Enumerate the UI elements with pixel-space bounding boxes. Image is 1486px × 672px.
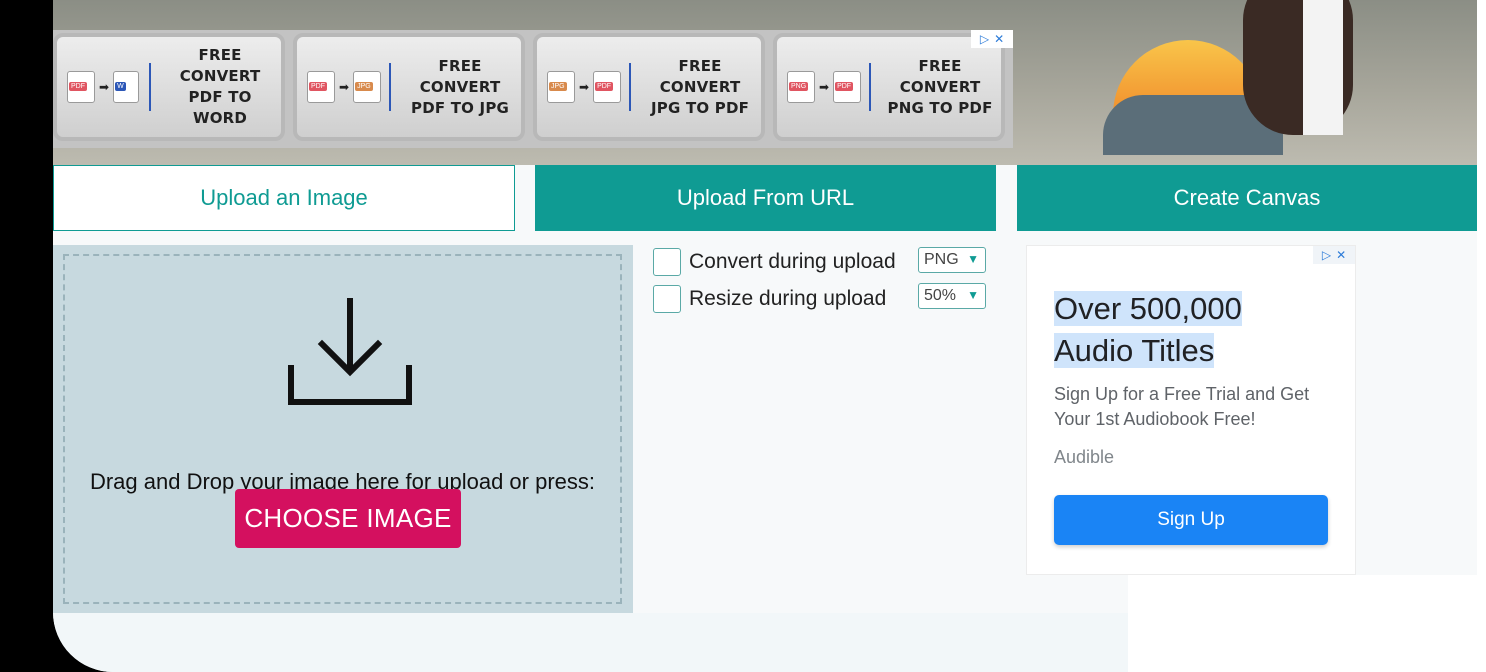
close-icon[interactable]: ✕ [994, 32, 1004, 46]
close-icon[interactable]: ✕ [1336, 248, 1346, 262]
ad-choices-bar[interactable]: ▷ ✕ [1313, 246, 1355, 264]
tab-upload-from-url[interactable]: Upload From URL [535, 165, 996, 231]
ad-tile-text: FREE CONVERT PDF TO WORD [179, 46, 261, 127]
top-ad-strip[interactable]: PDF ➡ W FREE CONVERT PDF TO WORD PDF ➡ J… [53, 30, 1013, 148]
arrow-right-icon: ➡ [99, 80, 110, 94]
convert-format-value: PNG [924, 251, 959, 268]
side-advertisement[interactable]: ▷ ✕ Over 500,000 Audio Titles Sign Up fo… [1026, 245, 1356, 575]
arrow-right-icon: ➡ [339, 80, 350, 94]
tab-upload-image[interactable]: Upload an Image [53, 165, 515, 231]
arrow-right-icon: ➡ [579, 80, 590, 94]
resize-percent-value: 50% [924, 287, 957, 304]
content-footer-band [53, 613, 1128, 672]
pdf-file-icon: PDF [833, 71, 862, 103]
page-content: PDF ➡ W FREE CONVERT PDF TO WORD PDF ➡ J… [53, 0, 1477, 672]
ad-description: Sign Up for a Free Trial and Get Your 1s… [1054, 384, 1310, 429]
convert-label: Convert during upload [689, 250, 896, 273]
ad-tile-text: FREE CONVERT PNG TO PDF [887, 56, 993, 117]
resize-percent-select[interactable]: 50% ▼ [918, 283, 986, 309]
choose-image-button[interactable]: CHOOSE IMAGE [235, 489, 461, 548]
ad-icons: PNG ➡ PDF [777, 71, 867, 103]
jpg-file-icon: JPG [547, 71, 575, 103]
resize-checkbox[interactable] [653, 285, 681, 313]
download-icon [288, 298, 412, 405]
ad-choices-bar[interactable]: ▷ ✕ [971, 30, 1013, 48]
pdf-file-icon: PDF [307, 71, 335, 103]
hero-illustration [1053, 0, 1393, 165]
convert-format-select[interactable]: PNG ▼ [918, 247, 986, 273]
divider [389, 63, 392, 111]
convert-option: Convert during upload [653, 248, 896, 276]
tab-create-canvas[interactable]: Create Canvas [1017, 165, 1477, 231]
jpg-file-icon: JPG [353, 71, 382, 103]
dropzone-border[interactable]: Drag and Drop your image here for upload… [63, 254, 622, 604]
adchoices-icon[interactable]: ▷ [1322, 248, 1331, 262]
sign-up-button[interactable]: Sign Up [1054, 495, 1328, 545]
chevron-down-icon: ▼ [967, 288, 979, 302]
pdf-file-icon: PDF [593, 71, 622, 103]
figure-coat [1303, 0, 1343, 135]
resize-label: Resize during upload [689, 287, 887, 310]
scrollbar-track[interactable] [1476, 0, 1486, 672]
ad-headline[interactable]: Over 500,000 Audio Titles [1054, 288, 1242, 372]
divider [149, 63, 152, 111]
divider [629, 63, 632, 111]
adchoices-icon[interactable]: ▷ [980, 32, 989, 46]
ad-icons: JPG ➡ PDF [537, 71, 627, 103]
dropzone[interactable]: Drag and Drop your image here for upload… [53, 245, 633, 613]
ad-icons: PDF ➡ W [57, 71, 147, 103]
word-file-icon: W [113, 71, 140, 103]
ad-tile-jpg-to-pdf[interactable]: JPG ➡ PDF FREE CONVERT JPG TO PDF [533, 33, 765, 141]
resize-option: Resize during upload [653, 285, 886, 313]
ad-brand: Audible [1054, 447, 1115, 467]
png-file-icon: PNG [787, 71, 815, 103]
ad-icons: PDF ➡ JPG [297, 71, 387, 103]
ad-tile-png-to-pdf[interactable]: PNG ➡ PDF FREE CONVERT PNG TO PDF [773, 33, 1005, 141]
pdf-file-icon: PDF [67, 71, 95, 103]
ad-tile-pdf-to-jpg[interactable]: PDF ➡ JPG FREE CONVERT PDF TO JPG [293, 33, 525, 141]
convert-checkbox[interactable] [653, 248, 681, 276]
sidebar-footer-band [1128, 575, 1477, 672]
chevron-down-icon: ▼ [967, 252, 979, 266]
ad-tile-pdf-to-word[interactable]: PDF ➡ W FREE CONVERT PDF TO WORD [53, 33, 285, 141]
arrow-right-icon: ➡ [819, 80, 830, 94]
ad-tile-text: FREE CONVERT PDF TO JPG [411, 56, 510, 117]
divider [869, 63, 872, 111]
ad-tile-text: FREE CONVERT JPG TO PDF [651, 56, 750, 117]
